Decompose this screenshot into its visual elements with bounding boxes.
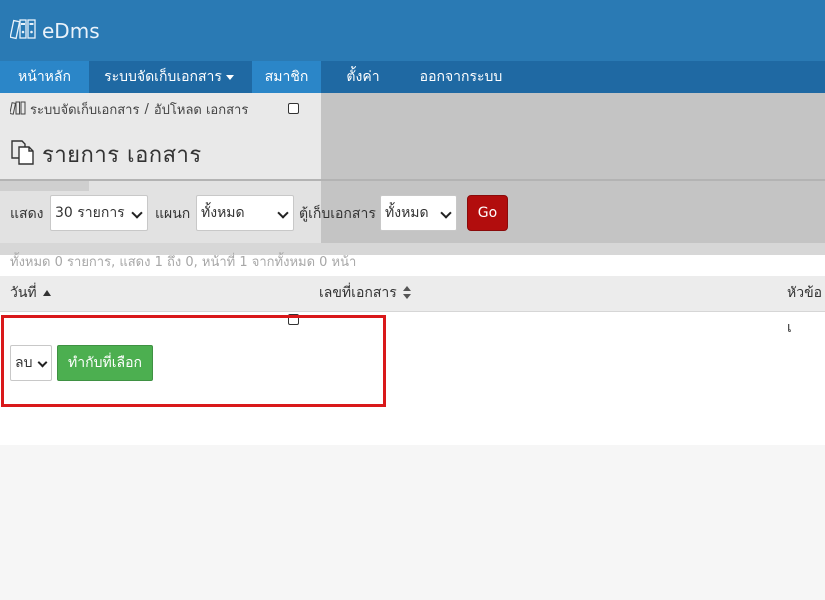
apply-selected-button[interactable]: ทำกับที่เลือก xyxy=(57,345,153,381)
cabinet-select[interactable]: ทั้งหมด xyxy=(380,195,457,231)
filter-bar: แสดง 30 รายการ แผนก ทั้งหมด ตู้เก็บเอกสา… xyxy=(0,181,825,243)
department-value: ทั้งหมด xyxy=(201,205,245,221)
caret-down-icon xyxy=(225,74,234,80)
page-title-text: รายการ เอกสาร xyxy=(42,143,202,168)
nav-item-members[interactable]: สมาชิก xyxy=(252,61,321,93)
show-count-value: 30 รายการ xyxy=(55,205,125,221)
nav-item-settings[interactable]: ตั้งค่า xyxy=(328,61,398,93)
cabinet-value: ทั้งหมด xyxy=(385,205,429,221)
column-header-subject[interactable]: หัวข้อเ xyxy=(787,276,825,336)
go-button[interactable]: Go xyxy=(467,195,508,231)
chevron-down-icon xyxy=(277,207,289,219)
breadcrumb-current: อัปโหลด เอกสาร xyxy=(153,103,249,118)
nav-item-label: ออกจากระบบ xyxy=(419,69,503,85)
cabinet-label: ตู้เก็บเอกสาร xyxy=(299,206,376,222)
main-navbar: หน้าหลัก ระบบจัดเก็บเอกสาร สมาชิก ตั้งค่… xyxy=(0,61,825,93)
show-label: แสดง xyxy=(10,206,44,222)
breadcrumb-link-document-system[interactable]: ระบบจัดเก็บเอกสาร xyxy=(30,99,139,120)
breadcrumb-separator: / xyxy=(144,102,149,117)
chevron-down-icon xyxy=(131,207,143,219)
column-label: วันที่ xyxy=(10,285,37,301)
binders-icon xyxy=(9,18,38,44)
column-label: หัวข้อเ xyxy=(787,285,823,336)
filter-panel-shade xyxy=(0,181,89,191)
show-count-select[interactable]: 30 รายการ xyxy=(50,195,148,231)
nav-item-label: สมาชิก xyxy=(264,69,309,85)
department-select[interactable]: ทั้งหมด xyxy=(196,195,294,231)
bulk-action-select[interactable]: ลบ xyxy=(10,345,52,381)
brand[interactable]: eDms xyxy=(9,17,100,45)
nav-item-logout[interactable]: ออกจากระบบ xyxy=(405,61,517,93)
nav-item-label: ระบบจัดเก็บเอกสาร xyxy=(104,69,222,85)
column-header-document-number[interactable]: เลขที่เอกสาร xyxy=(319,276,411,311)
main-content: ระบบจัดเก็บเอกสาร / อัปโหลด เอกสาร รายกา… xyxy=(0,93,825,445)
result-summary: ทั้งหมด 0 รายการ, แสดง 1 ถึง 0, หน้าที่ … xyxy=(10,255,357,270)
page-title: รายการ เอกสาร xyxy=(10,137,202,172)
table-header: วันที่ เลขที่เอกสาร หัวข้อเ xyxy=(0,103,825,336)
nav-item-document-system[interactable]: ระบบจัดเก็บเอกสาร xyxy=(89,61,249,93)
select-all-checkbox[interactable] xyxy=(288,103,299,114)
chevron-down-icon xyxy=(37,357,48,368)
nav-item-label: หน้าหลัก xyxy=(18,69,71,85)
nav-item-home[interactable]: หน้าหลัก xyxy=(0,61,89,93)
bulk-action-value: ลบ xyxy=(15,355,33,371)
column-header-date[interactable]: วันที่ xyxy=(10,276,51,311)
breadcrumb: ระบบจัดเก็บเอกสาร / อัปโหลด เอกสาร xyxy=(9,99,249,120)
sort-ascending-icon xyxy=(42,290,51,296)
department-label: แผนก xyxy=(155,206,191,222)
sort-icon xyxy=(402,286,411,300)
documents-icon xyxy=(10,139,36,171)
app-header: eDms xyxy=(0,0,825,61)
brand-name: eDms xyxy=(42,19,100,43)
binders-icon xyxy=(9,101,26,119)
nav-item-label: ตั้งค่า xyxy=(346,69,380,85)
column-label: เลขที่เอกสาร xyxy=(319,285,397,301)
chevron-down-icon xyxy=(440,207,452,219)
